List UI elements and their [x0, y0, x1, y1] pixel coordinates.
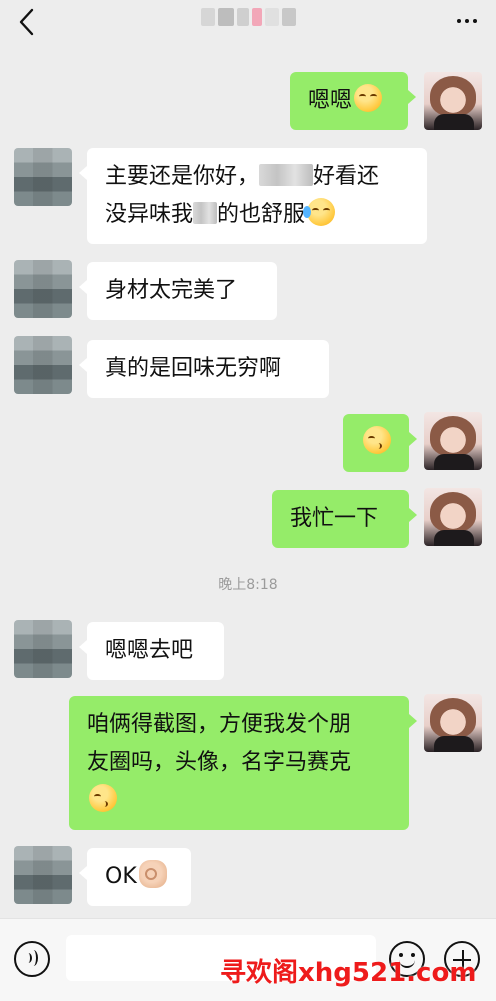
message-bubble[interactable]: 嗯嗯 [290, 72, 416, 130]
my-avatar[interactable] [424, 72, 482, 130]
my-avatar[interactable] [424, 488, 482, 546]
message-row: OK [0, 846, 496, 906]
message-text: 咱俩得截图，方便我发个朋 [87, 712, 352, 737]
more-dots-icon [457, 19, 461, 23]
message-row: 主要还是你好， 好看还 没异味我 的也舒服 [0, 148, 496, 244]
pixelated-word [259, 164, 314, 186]
chat-header [0, 0, 496, 44]
message-bubble[interactable]: 主要还是你好， 好看还 没异味我 的也舒服 [79, 148, 427, 244]
message-row: 嗯嗯去吧 [0, 620, 496, 680]
kiss-emoji-icon [89, 784, 117, 812]
chevron-left-icon [19, 8, 34, 36]
chat-title-pixelated [196, 6, 300, 28]
message-bubble[interactable]: OK [79, 848, 191, 906]
message-row [0, 412, 496, 472]
message-bubble[interactable]: 嗯嗯去吧 [79, 622, 224, 680]
message-text: 好看还 [313, 164, 380, 189]
message-row: 咱俩得截图，方便我发个朋 友圈吗，头像，名字马赛克 [0, 694, 496, 830]
back-button[interactable] [10, 4, 46, 40]
watermark-text: 寻欢阁xhg521.com [220, 958, 477, 988]
message-text: 的也舒服 [217, 202, 306, 227]
more-button[interactable] [452, 6, 482, 36]
contact-avatar-pixelated[interactable] [14, 336, 72, 394]
message-row: 身材太完美了 [0, 260, 496, 320]
message-bubble[interactable]: 真的是回味无穷啊 [79, 340, 329, 398]
smile-emoji-icon [354, 84, 383, 112]
message-row: 嗯嗯 [0, 72, 496, 132]
message-text: 身材太完美了 [105, 278, 238, 303]
voice-icon[interactable] [14, 941, 50, 977]
kiss-emoji-icon [363, 426, 391, 454]
message-text: OK [105, 864, 137, 889]
pixelated-word [193, 202, 218, 224]
my-avatar[interactable] [424, 694, 482, 752]
message-bubble[interactable]: 咱俩得截图，方便我发个朋 友圈吗，头像，名字马赛克 [69, 696, 417, 830]
contact-avatar-pixelated[interactable] [14, 148, 72, 206]
laugh-cry-emoji-icon [303, 198, 336, 226]
message-text: 真的是回味无穷啊 [105, 356, 282, 381]
message-bubble[interactable]: 身材太完美了 [79, 262, 277, 320]
message-text: 嗯嗯 [308, 88, 353, 113]
message-row: 真的是回味无穷啊 [0, 336, 496, 398]
contact-avatar-pixelated[interactable] [14, 620, 72, 678]
message-row: 我忙一下 [0, 488, 496, 548]
my-avatar[interactable] [424, 412, 482, 470]
message-text: 嗯嗯去吧 [105, 638, 194, 663]
message-bubble[interactable] [343, 414, 417, 472]
contact-avatar-pixelated[interactable] [14, 260, 72, 318]
message-text: 没异味我 [105, 202, 194, 227]
message-text: 我忙一下 [290, 506, 379, 531]
message-text: 友圈吗，头像，名字马赛克 [87, 750, 352, 775]
timestamp: 晚上8:18 [218, 577, 278, 593]
message-bubble[interactable]: 我忙一下 [272, 490, 417, 548]
message-text: 主要还是你好， [105, 164, 260, 189]
contact-avatar-pixelated[interactable] [14, 846, 72, 904]
ok-hand-emoji-icon [138, 860, 167, 888]
